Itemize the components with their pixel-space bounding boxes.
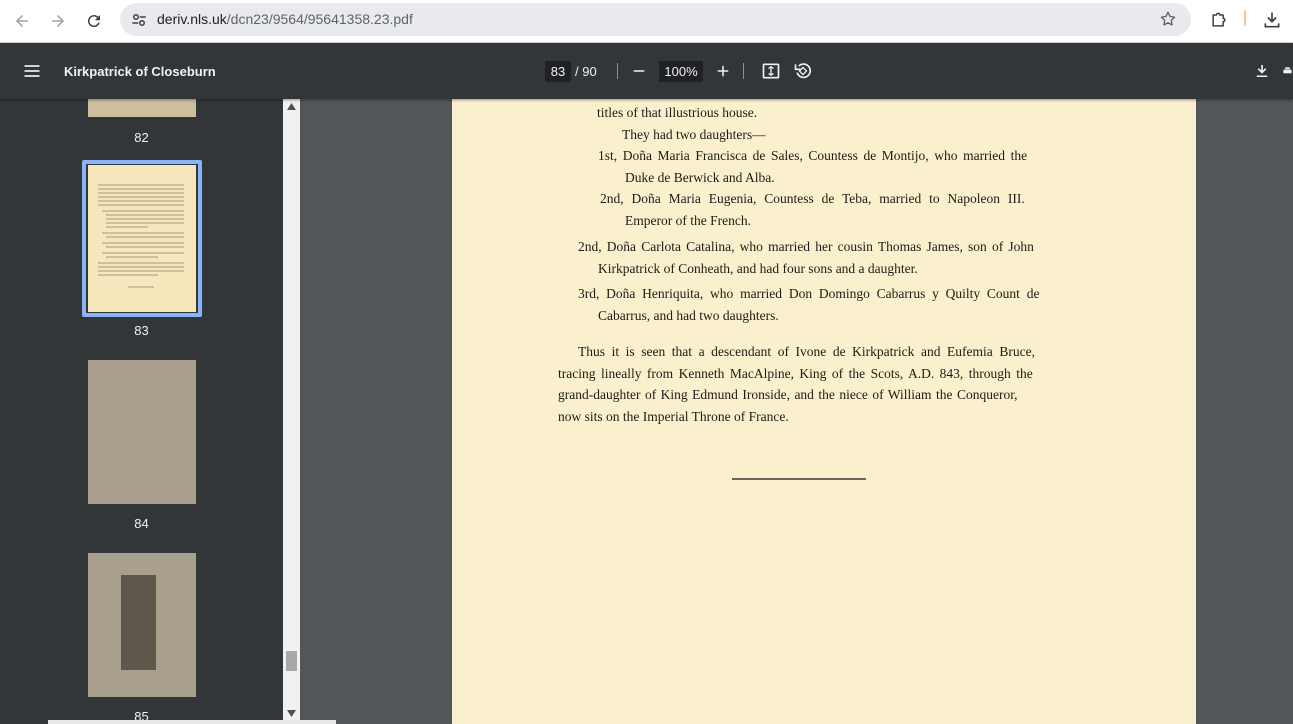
thumbnail-sidebar: 82 83 84 85 — [0, 99, 283, 724]
page-line: tracing lineally from Kenneth MacAlpine,… — [558, 366, 1033, 381]
page-line: 2nd, Doña Carlota Catalina, who married … — [578, 239, 1034, 254]
toolbar-separator — [617, 63, 618, 79]
page-total: / 90 — [575, 64, 597, 79]
thumbnail-label: 82 — [134, 130, 149, 145]
downloads-button[interactable] — [1260, 8, 1284, 32]
page-line: grand-daughter of King Edmund Ironside, … — [558, 387, 1018, 402]
thumbnail-page-82[interactable] — [88, 99, 196, 117]
puzzle-icon — [1212, 12, 1226, 27]
thumbnail-page-85[interactable] — [88, 553, 196, 697]
page-line: now sits on the Imperial Throne of Franc… — [558, 409, 789, 424]
extensions-button[interactable] — [1207, 8, 1231, 32]
url-host: deriv.nls.uk — [157, 11, 227, 27]
page-line: Duke de Berwick and Alba. — [625, 170, 775, 185]
page-line: titles of that illustrious house. — [597, 105, 758, 120]
page-line: Kirkpatrick of Conheath, and had four so… — [598, 261, 918, 276]
pdf-toolbar: Kirkpatrick of Closeburn 83 / 90 100% — [0, 43, 1293, 99]
zoom-in-button[interactable] — [712, 60, 734, 82]
zoom-input[interactable]: 100% — [659, 61, 703, 82]
toolbar-separator — [743, 63, 744, 79]
back-button[interactable] — [8, 7, 36, 35]
menu-icon[interactable] — [22, 61, 42, 81]
page-line: 2nd, Doña Maria Eugenia, Countess de Teb… — [600, 191, 1025, 206]
page-line: Cabarrus, and had two daughters. — [598, 308, 779, 323]
fit-page-button[interactable] — [760, 60, 782, 82]
site-info-icon[interactable] — [130, 11, 148, 29]
download-icon — [1256, 65, 1268, 77]
page-divider-rule — [732, 478, 866, 480]
thumbnail-label: 84 — [134, 516, 149, 531]
back-arrow-icon — [16, 15, 28, 27]
rotate-icon — [794, 63, 812, 79]
pdf-download-button[interactable] — [1251, 60, 1273, 82]
thumbnail-page-84[interactable] — [88, 360, 196, 504]
document-title: Kirkpatrick of Closeburn — [64, 64, 216, 79]
reload-button[interactable] — [80, 7, 108, 35]
horizontal-scrollbar[interactable] — [48, 720, 336, 724]
thumbnail-text-block — [121, 575, 156, 670]
plus-icon — [717, 65, 729, 77]
scroll-up-icon[interactable] — [287, 103, 296, 110]
download-icon — [1264, 12, 1280, 28]
reload-icon — [87, 15, 100, 28]
thumbnail-label: 83 — [134, 323, 149, 338]
browser-bar: deriv.nls.uk/dcn23/9564/95641358.23.pdf — [0, 0, 1293, 43]
page-line: 3rd, Doña Henriquita, who married Don Do… — [578, 286, 1040, 301]
fit-to-page-icon — [762, 63, 780, 79]
page-number-input[interactable]: 83 — [545, 61, 571, 82]
rotate-button[interactable] — [792, 60, 814, 82]
print-icon — [1283, 67, 1292, 74]
page-line: Thus it is seen that a descendant of Ivo… — [578, 344, 1035, 359]
sidebar-scrollbar[interactable] — [283, 99, 300, 724]
forward-arrow-icon — [52, 15, 64, 27]
page-line: They had two daughters— — [622, 127, 766, 142]
scrollbar-thumb[interactable] — [286, 651, 297, 671]
pdf-page: titles of that illustrious house. They h… — [452, 99, 1196, 724]
page-line: Emperor of the French. — [625, 213, 751, 228]
address-bar[interactable]: deriv.nls.uk/dcn23/9564/95641358.23.pdf — [120, 3, 1191, 36]
url-path: /dcn23/9564/95641358.23.pdf — [226, 11, 413, 27]
page-line: 1st, Doña Maria Francisca de Sales, Coun… — [598, 148, 1028, 163]
forward-button[interactable] — [44, 7, 72, 35]
scroll-down-icon[interactable] — [287, 710, 296, 717]
bookmark-star-icon[interactable] — [1159, 10, 1177, 28]
thumbnail-page-83[interactable] — [88, 165, 196, 312]
zoom-out-button[interactable] — [628, 60, 650, 82]
url-text: deriv.nls.uk/dcn23/9564/95641358.23.pdf — [157, 11, 413, 27]
print-button[interactable] — [1282, 60, 1293, 82]
thumbnail-text-lines — [98, 184, 184, 288]
toolbar-divider — [1244, 10, 1246, 26]
minus-icon — [633, 70, 645, 72]
